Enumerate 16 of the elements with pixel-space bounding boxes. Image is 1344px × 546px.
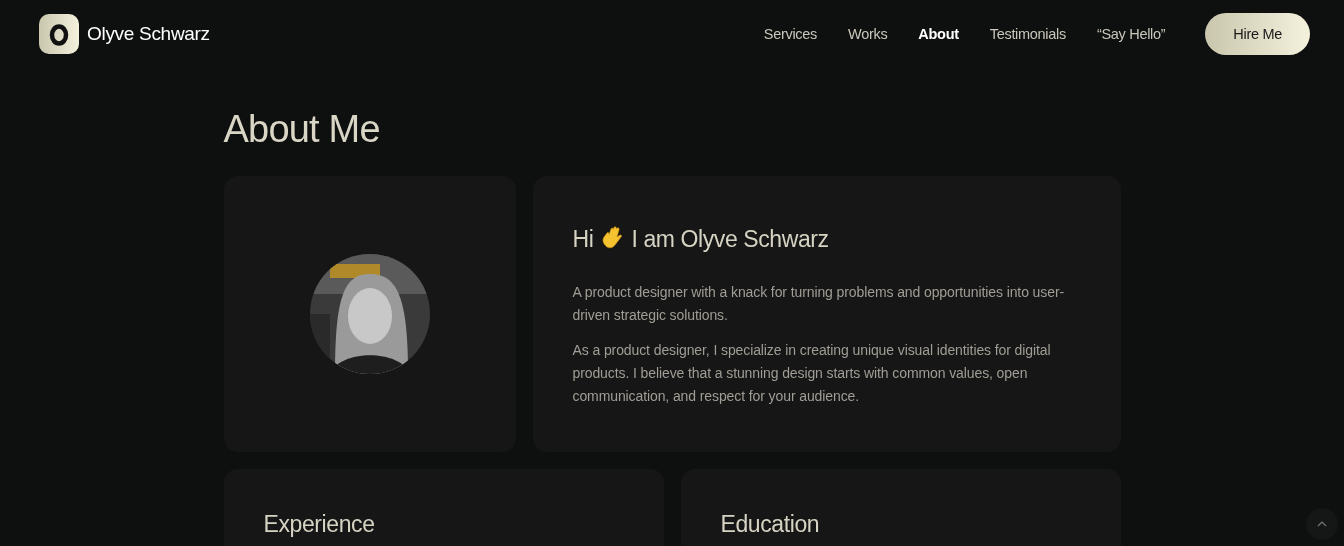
logo-icon[interactable] — [39, 14, 79, 54]
hire-button[interactable]: Hire Me — [1205, 13, 1310, 55]
greeting-text: Hi — [572, 226, 594, 253]
intro-paragraph: As a product designer, I specialize in creating unique visual identities for digital products. I believe that a stunning design starts with common values, open communication, and respect for your audience. — [572, 341, 1052, 406]
page-title: About Me — [223, 107, 381, 152]
chevron-up-icon — [1317, 521, 1327, 527]
nav-link[interactable]: Works — [848, 26, 888, 42]
section-title: Education — [720, 511, 821, 538]
section-title: Experience — [263, 511, 376, 538]
greeting-text: I am Olyve Schwarz — [631, 226, 829, 253]
nav-link[interactable]: About — [918, 26, 959, 42]
intro-paragraph: A product designer with a knack for turning problems and opportunities into user-driven strategic solutions. — [572, 283, 1065, 325]
nav-link[interactable]: Testimonials — [989, 26, 1066, 42]
nav-link[interactable]: Services — [763, 26, 817, 42]
brand-name: Olyve Schwarz — [87, 23, 210, 45]
nav-link[interactable]: “Say Hello” — [1096, 26, 1166, 42]
